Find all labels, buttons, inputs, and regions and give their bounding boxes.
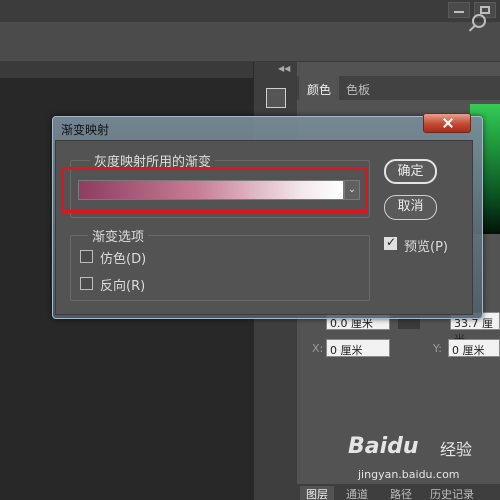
minimize-button[interactable]	[448, 2, 470, 18]
reverse-checkbox[interactable]	[80, 277, 93, 290]
x-field[interactable]: 0 厘米	[326, 339, 390, 357]
dialog-title: 渐变映射	[61, 123, 110, 137]
options-bar	[0, 22, 500, 62]
watermark-url: jingyan.baidu.com	[358, 468, 460, 481]
y-field[interactable]: 0 厘米	[448, 339, 500, 357]
annotation-highlight	[61, 167, 368, 213]
document-tab-strip	[0, 62, 253, 78]
watermark-brand-cn: 经验	[440, 440, 473, 459]
tab-layers[interactable]: 图层	[300, 486, 334, 500]
options-group-label: 渐变选项	[88, 226, 149, 245]
dither-label: 仿色(D)	[100, 252, 147, 267]
close-button[interactable]	[423, 113, 471, 133]
x-label: X:	[312, 342, 324, 355]
reverse-label: 反向(R)	[100, 279, 146, 294]
y-label: Y:	[433, 342, 442, 355]
dither-checkbox[interactable]	[80, 250, 93, 263]
baidu-watermark: Baidu 经验 jingyan.baidu.com	[340, 432, 490, 492]
cancel-button[interactable]: 取消	[384, 195, 437, 220]
watermark-brand: Baidu	[348, 434, 419, 459]
minimize-icon	[454, 11, 464, 13]
properties-tool-icon[interactable]	[266, 88, 286, 108]
preview-checkbox[interactable]	[384, 235, 397, 250]
tab-color[interactable]: 颜色	[299, 76, 340, 100]
ok-button[interactable]: 确定	[384, 159, 437, 184]
tab-swatches[interactable]: 色板	[338, 76, 378, 100]
title-bar	[0, 0, 500, 22]
search-icon[interactable]	[472, 14, 486, 28]
maximize-icon	[480, 6, 490, 14]
collapse-icon[interactable]: ◀◀	[278, 64, 290, 73]
preview-label: 预览(P)	[404, 240, 448, 255]
